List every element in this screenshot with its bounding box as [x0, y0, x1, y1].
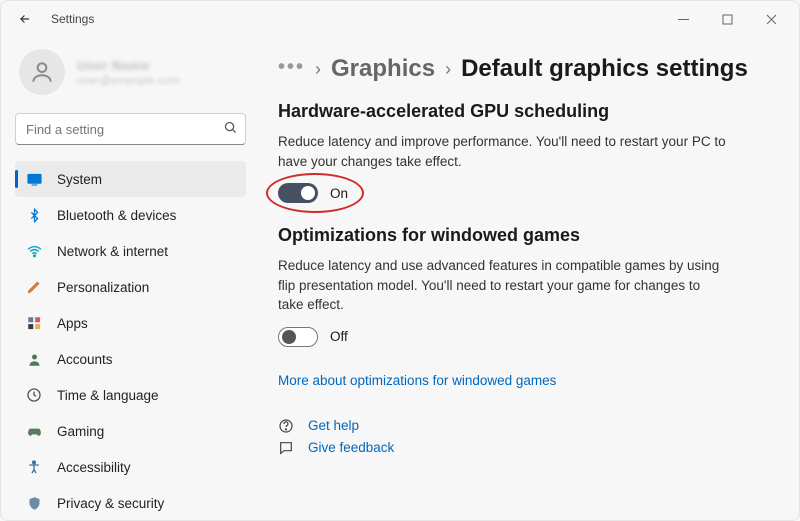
person-icon: [25, 350, 43, 368]
search-wrap: [15, 113, 246, 145]
nav-label: Bluetooth & devices: [57, 208, 176, 223]
opt-section-desc: Reduce latency and use advanced features…: [278, 256, 728, 315]
opt-toggle[interactable]: [278, 327, 318, 347]
profile-email: user@example.com: [77, 75, 180, 87]
gamepad-icon: [25, 422, 43, 440]
nav-label: Gaming: [57, 424, 104, 439]
nav-network[interactable]: Network & internet: [15, 233, 246, 269]
breadcrumb-parent[interactable]: Graphics: [331, 55, 435, 83]
nav-gaming[interactable]: Gaming: [15, 413, 246, 449]
system-icon: [25, 170, 43, 188]
feedback-icon: [278, 440, 294, 456]
close-button[interactable]: [749, 4, 793, 34]
help-label: Get help: [308, 418, 359, 433]
window-title: Settings: [51, 12, 94, 26]
nav-label: Accounts: [57, 352, 113, 367]
chevron-right-icon: ›: [315, 59, 321, 80]
clock-icon: [25, 386, 43, 404]
gpu-toggle[interactable]: [278, 183, 318, 203]
breadcrumb-more[interactable]: •••: [278, 56, 305, 83]
back-button[interactable]: [13, 7, 37, 31]
gpu-toggle-row: On: [278, 183, 348, 203]
sidebar: User Name user@example.com System Blueto…: [1, 37, 256, 520]
nav-label: Privacy & security: [57, 496, 164, 511]
bluetooth-icon: [25, 206, 43, 224]
breadcrumb-current: Default graphics settings: [461, 55, 748, 83]
nav-system[interactable]: System: [15, 161, 246, 197]
opt-section-title: Optimizations for windowed games: [278, 225, 773, 246]
nav-label: System: [57, 172, 102, 187]
titlebar: Settings: [1, 1, 799, 37]
nav-time[interactable]: Time & language: [15, 377, 246, 413]
nav-apps[interactable]: Apps: [15, 305, 246, 341]
minimize-button[interactable]: [661, 4, 705, 34]
feedback-label: Give feedback: [308, 440, 394, 455]
breadcrumb: ••• › Graphics › Default graphics settin…: [278, 55, 773, 83]
opt-more-link[interactable]: More about optimizations for windowed ga…: [278, 373, 556, 388]
nav-personalization[interactable]: Personalization: [15, 269, 246, 305]
gpu-section-desc: Reduce latency and improve performance. …: [278, 132, 728, 171]
opt-toggle-label: Off: [330, 329, 348, 344]
nav-label: Network & internet: [57, 244, 168, 259]
apps-icon: [25, 314, 43, 332]
nav-accessibility[interactable]: Accessibility: [15, 449, 246, 485]
help-icon: [278, 418, 294, 434]
profile-block[interactable]: User Name user@example.com: [15, 49, 246, 95]
search-input[interactable]: [15, 113, 246, 145]
nav-label: Accessibility: [57, 460, 131, 475]
brush-icon: [25, 278, 43, 296]
accessibility-icon: [25, 458, 43, 476]
nav-accounts[interactable]: Accounts: [15, 341, 246, 377]
get-help-link[interactable]: Get help: [278, 418, 773, 434]
chevron-right-icon: ›: [445, 59, 451, 80]
avatar: [19, 49, 65, 95]
search-icon: [223, 120, 238, 138]
wifi-icon: [25, 242, 43, 260]
nav-bluetooth[interactable]: Bluetooth & devices: [15, 197, 246, 233]
nav-label: Apps: [57, 316, 88, 331]
nav-label: Personalization: [57, 280, 149, 295]
gpu-section-title: Hardware-accelerated GPU scheduling: [278, 101, 773, 122]
nav-privacy[interactable]: Privacy & security: [15, 485, 246, 520]
nav-list: System Bluetooth & devices Network & int…: [15, 161, 246, 520]
nav-label: Time & language: [57, 388, 159, 403]
profile-name: User Name: [77, 58, 180, 73]
gpu-toggle-label: On: [330, 186, 348, 201]
opt-toggle-row: Off: [278, 327, 348, 347]
shield-icon: [25, 494, 43, 512]
feedback-link[interactable]: Give feedback: [278, 440, 773, 456]
maximize-button[interactable]: [705, 4, 749, 34]
content-area: ••• › Graphics › Default graphics settin…: [256, 37, 799, 520]
